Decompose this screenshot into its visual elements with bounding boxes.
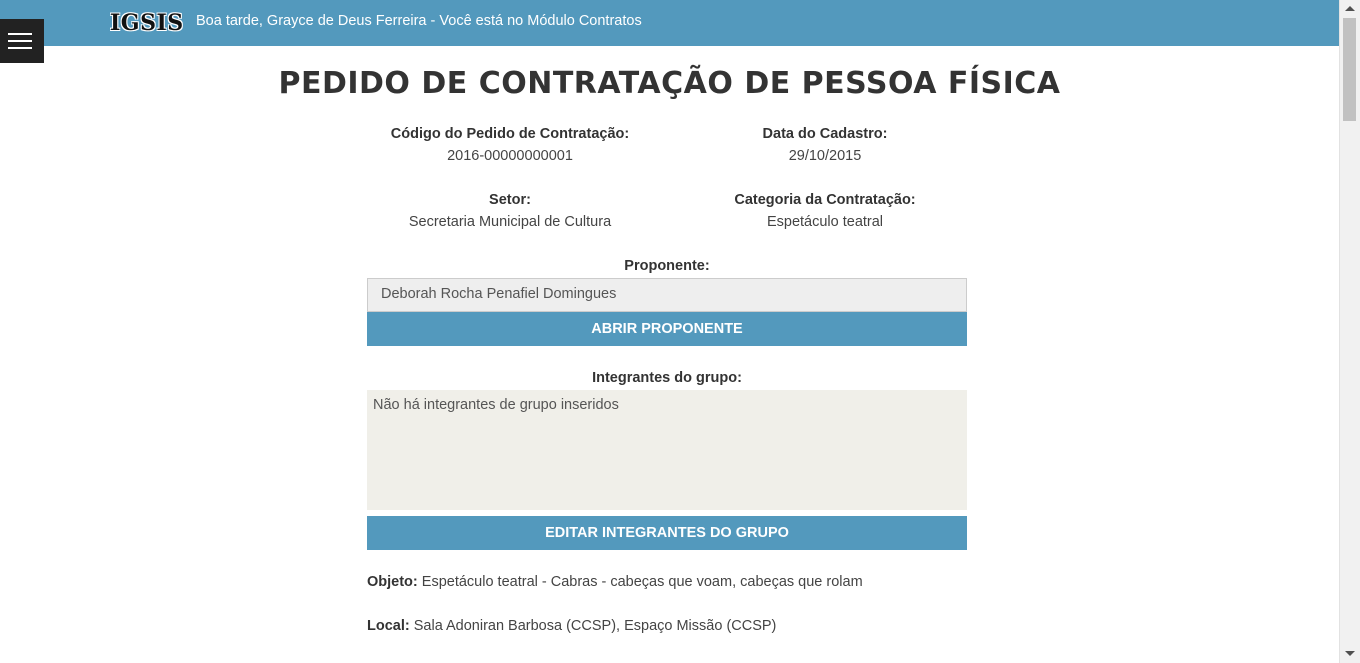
objeto-line: Objeto: Espetáculo teatral - Cabras - ca…: [367, 574, 967, 590]
hamburger-menu-button[interactable]: [0, 19, 44, 63]
codigo-value: 2016-00000000001: [447, 148, 573, 164]
local-value: Sala Adoniran Barbosa (CCSP), Espaço Mis…: [413, 618, 777, 634]
integrantes-label: Integrantes do grupo:: [592, 370, 742, 386]
setor-field: Setor: Secretaria Municipal de Cultura: [350, 192, 670, 230]
vertical-scrollbar[interactable]: [1339, 0, 1360, 663]
scrollbar-thumb[interactable]: [1343, 18, 1356, 121]
hamburger-icon-line: [8, 40, 32, 42]
hamburger-icon: [8, 33, 32, 35]
categoria-label: Categoria da Contratação:: [734, 192, 916, 208]
top-bar: IGSIS Boa tarde, Grayce de Deus Ferreira…: [0, 0, 1339, 46]
setor-value: Secretaria Municipal de Cultura: [408, 214, 612, 230]
setor-label: Setor:: [489, 192, 531, 208]
objeto-label: Objeto:: [367, 574, 418, 590]
codigo-label: Código do Pedido de Contratação:: [390, 126, 630, 142]
categoria-field: Categoria da Contratação: Espetáculo tea…: [665, 192, 985, 230]
scroll-up-arrow-icon[interactable]: [1345, 6, 1355, 11]
proponente-label: Proponente:: [624, 258, 710, 274]
local-label: Local:: [367, 618, 410, 634]
scroll-down-arrow-icon[interactable]: [1345, 651, 1355, 656]
integrantes-textarea[interactable]: Não há integrantes de grupo inseridos: [367, 390, 967, 510]
categoria-value: Espetáculo teatral: [766, 214, 884, 230]
page-title: PEDIDO DE CONTRATAÇÃO DE PESSOA FÍSICA: [278, 66, 1061, 101]
editar-integrantes-button[interactable]: EDITAR INTEGRANTES DO GRUPO: [367, 516, 967, 550]
data-cadastro-value: 29/10/2015: [788, 148, 862, 164]
codigo-field: Código do Pedido de Contratação: 2016-00…: [350, 126, 670, 164]
greeting-text: Boa tarde, Grayce de Deus Ferreira - Voc…: [196, 13, 642, 29]
proponente-field[interactable]: Deborah Rocha Penafiel Domingues: [367, 278, 967, 312]
data-cadastro-label: Data do Cadastro:: [762, 126, 888, 142]
app-logo[interactable]: IGSIS: [110, 10, 184, 36]
data-cadastro-field: Data do Cadastro: 29/10/2015: [665, 126, 985, 164]
abrir-proponente-button[interactable]: ABRIR PROPONENTE: [367, 312, 967, 346]
hamburger-icon-line: [8, 47, 32, 49]
local-line: Local: Sala Adoniran Barbosa (CCSP), Esp…: [367, 618, 967, 634]
objeto-value: Espetáculo teatral - Cabras - cabeças qu…: [421, 574, 863, 590]
